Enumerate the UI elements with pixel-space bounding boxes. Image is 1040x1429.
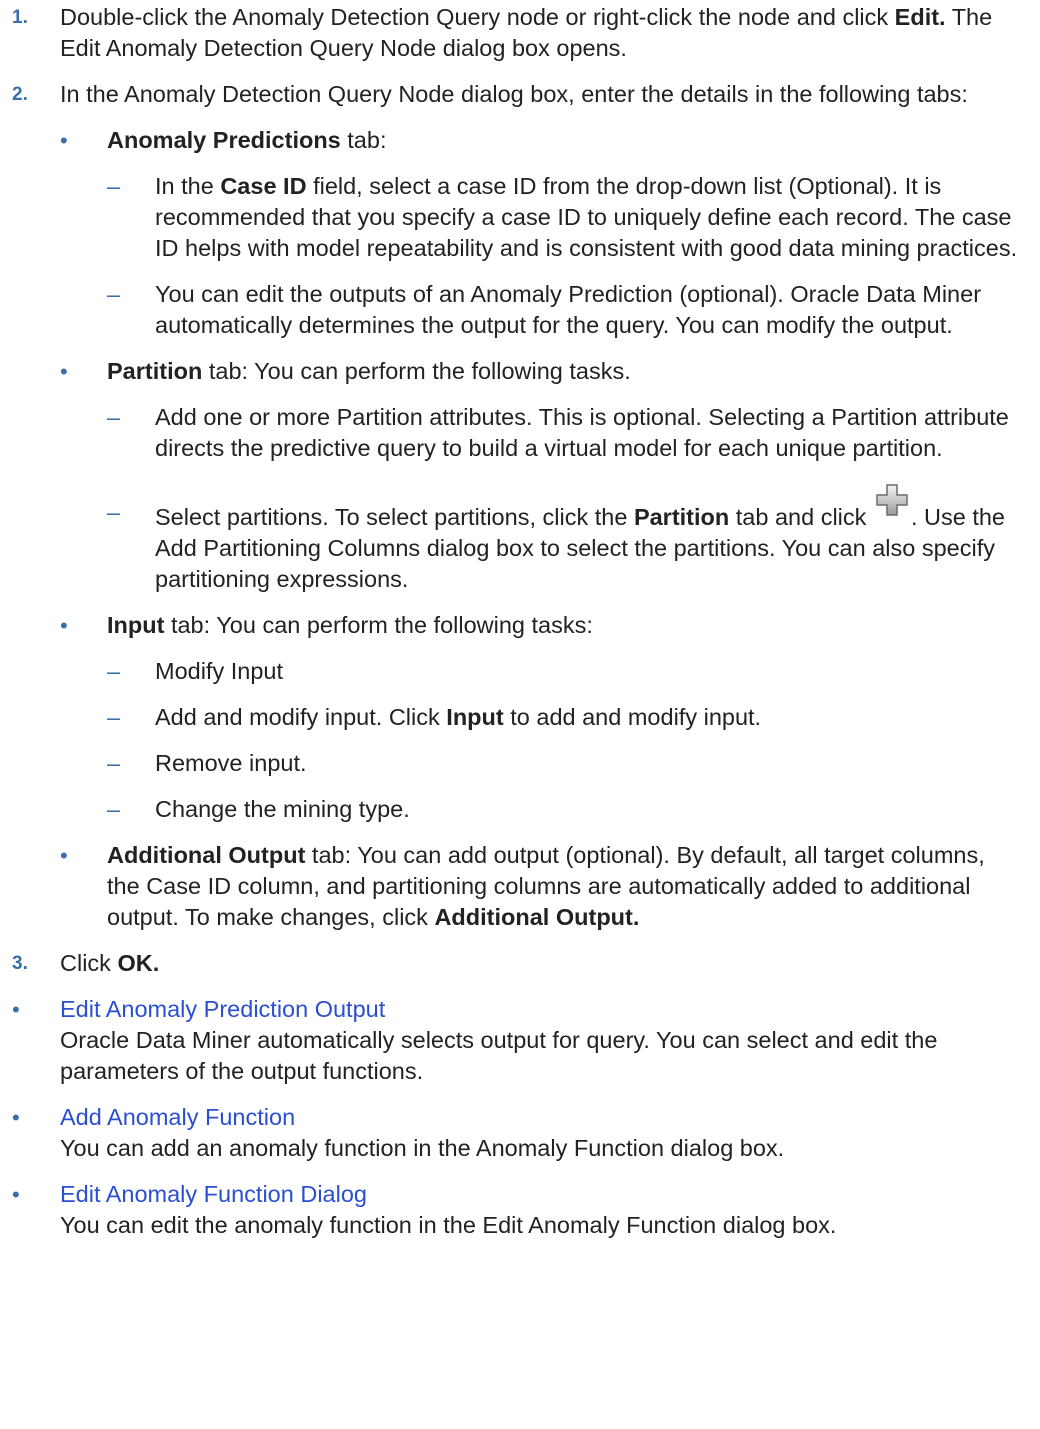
tab-name: Anomaly Predictions xyxy=(107,127,341,153)
dash: – xyxy=(107,499,121,525)
dash: – xyxy=(107,704,121,730)
tab-item-partition: • Partition tab: You can perform the fol… xyxy=(60,356,1022,387)
related-link-body: Edit Anomaly Function Dialog You can edi… xyxy=(60,1179,1022,1241)
sub-item-text: Remove input. xyxy=(155,750,307,776)
sub-item: – Change the mining type. xyxy=(107,794,1022,825)
bullet: • xyxy=(60,613,68,638)
tab-name: Partition xyxy=(107,358,203,384)
bullet: • xyxy=(12,1105,20,1130)
document-page: 1. Double-click the Anomaly Detection Qu… xyxy=(0,0,1040,1241)
step-number: 2. xyxy=(12,84,28,105)
sub-item-text: You can edit the outputs of an Anomaly P… xyxy=(155,281,982,338)
tab-item-input: • Input tab: You can perform the followi… xyxy=(60,610,1022,641)
bullet: • xyxy=(60,843,68,868)
sub-item: – Select partitions. To select partition… xyxy=(107,484,1022,595)
step-text: Double-click the Anomaly Detection Query… xyxy=(60,2,1022,64)
bullet: • xyxy=(60,128,68,153)
step-text: Click OK. xyxy=(60,948,1022,979)
text-part: to add and modify input. xyxy=(503,704,762,730)
related-link-item: • Add Anomaly Function You can add an an… xyxy=(12,1102,1022,1164)
text-part: tab and click xyxy=(729,504,873,530)
link-edit-anomaly-prediction-output[interactable]: Edit Anomaly Prediction Output xyxy=(60,996,385,1022)
sub-item-text: Select partitions. To select partitions,… xyxy=(155,484,1022,595)
sub-item-text: Change the mining type. xyxy=(155,796,410,822)
sub-item-text: In the Case ID field, select a case ID f… xyxy=(155,171,1022,264)
tab-item-suffix: tab: xyxy=(340,127,387,153)
plus-icon[interactable] xyxy=(875,483,909,517)
step-text-part: Click xyxy=(60,950,118,976)
bullet: • xyxy=(12,997,20,1022)
tab-item-text: Partition tab: You can perform the follo… xyxy=(107,356,1022,387)
sub-item: – Add and modify input. Click Input to a… xyxy=(107,702,1022,733)
tab-name: Additional Output xyxy=(107,842,306,868)
dash: – xyxy=(107,281,121,307)
tab-item-text: Additional Output tab: You can add outpu… xyxy=(107,840,1022,933)
dash: – xyxy=(107,750,121,776)
sub-item-text: Add one or more Partition attributes. Th… xyxy=(155,404,1009,461)
step-text: In the Anomaly Detection Query Node dial… xyxy=(60,81,968,107)
tab-name: Partition xyxy=(633,504,730,530)
ok-command: OK. xyxy=(117,950,160,976)
link-description: You can edit the anomaly function in the… xyxy=(60,1212,837,1238)
link-edit-anomaly-function-dialog[interactable]: Edit Anomaly Function Dialog xyxy=(60,1181,367,1207)
text-part: In the xyxy=(155,173,221,199)
link-description: Oracle Data Miner automatically selects … xyxy=(60,1027,938,1084)
tab-item-suffix: tab: You can perform the following tasks… xyxy=(202,358,631,384)
sub-item-text: Modify Input xyxy=(155,658,284,684)
dash: – xyxy=(107,404,121,430)
tab-item-text: Input tab: You can perform the following… xyxy=(107,610,1022,641)
step-3: 3. Click OK. xyxy=(12,948,1022,979)
field-name: Case ID xyxy=(220,173,307,199)
tab-item-text: Anomaly Predictions tab: xyxy=(107,125,1022,156)
sub-item: – In the Case ID field, select a case ID… xyxy=(107,171,1022,264)
dash: – xyxy=(107,796,121,822)
command-name: Additional Output. xyxy=(434,904,640,930)
edit-command: Edit. xyxy=(894,4,946,30)
step-number: 3. xyxy=(12,953,28,974)
link-add-anomaly-function[interactable]: Add Anomaly Function xyxy=(60,1104,295,1130)
sub-item-text: Add and modify input. Click Input to add… xyxy=(155,702,1022,733)
text-part: Add and modify input. Click xyxy=(155,704,447,730)
sub-item: – You can edit the outputs of an Anomaly… xyxy=(107,279,1022,341)
sub-item: – Modify Input xyxy=(107,656,1022,687)
link-description: You can add an anomaly function in the A… xyxy=(60,1135,785,1161)
step-2: 2. In the Anomaly Detection Query Node d… xyxy=(12,79,1022,110)
bullet: • xyxy=(12,1182,20,1207)
step-1: 1. Double-click the Anomaly Detection Qu… xyxy=(12,2,1022,64)
bullet: • xyxy=(60,359,68,384)
related-link-item: • Edit Anomaly Prediction Output Oracle … xyxy=(12,994,1022,1087)
command-name: Input xyxy=(446,704,504,730)
related-link-body: Edit Anomaly Prediction Output Oracle Da… xyxy=(60,994,1022,1087)
tab-item-anomaly-predictions: • Anomaly Predictions tab: xyxy=(60,125,1022,156)
text-part: Select partitions. To select partitions,… xyxy=(155,504,634,530)
step-number: 1. xyxy=(12,7,28,28)
related-link-body: Add Anomaly Function You can add an anom… xyxy=(60,1102,1022,1164)
sub-item: – Remove input. xyxy=(107,748,1022,779)
related-link-item: • Edit Anomaly Function Dialog You can e… xyxy=(12,1179,1022,1241)
tab-item-suffix: tab: You can perform the following tasks… xyxy=(164,612,593,638)
sub-item: – Add one or more Partition attributes. … xyxy=(107,402,1022,464)
dash: – xyxy=(107,173,121,199)
tab-name: Input xyxy=(107,612,165,638)
step-text-part: Double-click the Anomaly Detection Query… xyxy=(60,4,895,30)
tab-item-additional-output: • Additional Output tab: You can add out… xyxy=(60,840,1022,933)
dash: – xyxy=(107,658,121,684)
